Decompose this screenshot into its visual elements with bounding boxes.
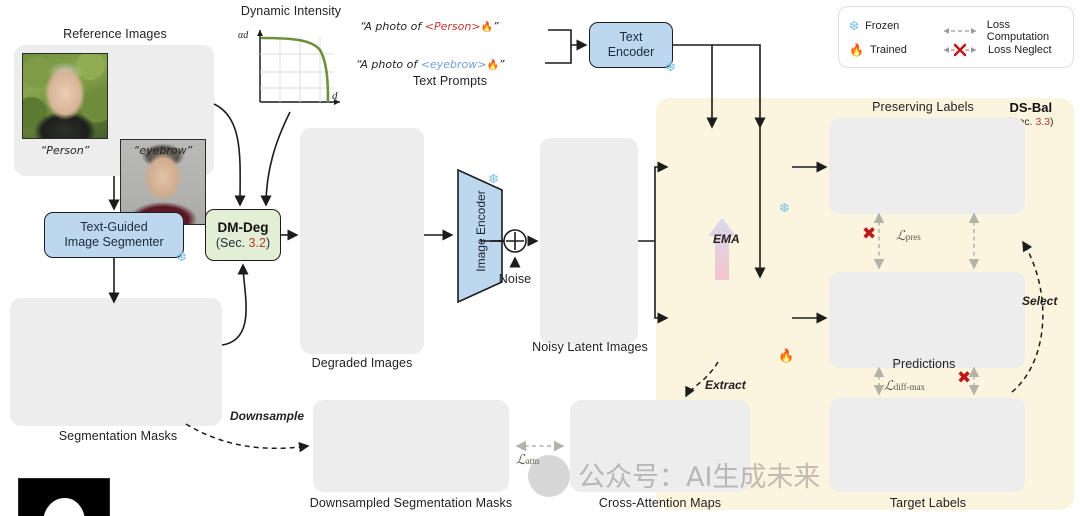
text-encoder-line1: Text: [619, 30, 643, 45]
dashed-arrow-icon: [944, 28, 976, 34]
downsampled-masks-group: [313, 400, 509, 492]
dm-deg-section-pre: (Sec.: [215, 235, 249, 250]
noisy-latents-group: [540, 138, 638, 344]
text-encoder-line2: Encoder: [607, 45, 655, 59]
degraded-images-caption: Degraded Images: [311, 356, 413, 370]
noise-label: Noise: [498, 272, 532, 286]
dynamic-intensity-xlabel: d: [332, 90, 338, 102]
reference-label-eyebrow: “eyebrow”: [133, 144, 193, 157]
segmenter-line2: Image Segmenter: [64, 235, 164, 249]
segmenter-box[interactable]: Text-Guided Image Segmenter: [44, 212, 184, 258]
segmentation-masks-group: [10, 298, 222, 426]
flame-icon-prompt-person: 🔥: [480, 22, 493, 33]
extract-label: Extract: [705, 378, 746, 392]
reference-label-person: “Person”: [40, 144, 90, 157]
prompt-suffix-eyebrow: ”: [498, 58, 505, 71]
mask-blob-face: [43, 497, 85, 516]
text-prompt-eyebrow: “A photo of <eyebrow>🔥”: [356, 55, 505, 73]
dm-deg-section: (Sec. 3.2): [216, 236, 270, 251]
noise-adder: [500, 226, 530, 256]
dm-deg-section-post: ): [265, 235, 271, 250]
legend-item-loss-neglect: Loss Neglect: [937, 43, 1052, 57]
ema-label: EMA: [713, 232, 740, 246]
dashed-arrow-x-icon: [944, 43, 976, 57]
cross-attention-group: [570, 400, 750, 492]
snowflake-icon-momentum-unet: ❆: [779, 201, 790, 215]
prompt-concept-eyebrow: <eyebrow>: [420, 58, 487, 71]
flame-icon: 🔥: [849, 43, 864, 57]
legend-label-loss-computation: Loss Computation: [986, 19, 1050, 43]
dm-deg-box[interactable]: DM-Deg (Sec. 3.2): [205, 209, 281, 261]
cross-attention-caption: Cross-Attention Maps: [598, 496, 722, 510]
legend-item-trained: 🔥 Trained: [849, 43, 907, 57]
target-labels-caption: Target Labels: [889, 496, 967, 510]
legend: ❆ Frozen 🔥 Trained Loss Computation Loss…: [838, 6, 1074, 68]
predictions-group: [829, 272, 1025, 368]
segmentation-mask-person: [18, 478, 110, 516]
snowflake-icon-image-encoder: ❆: [488, 172, 499, 186]
dynamic-intensity-plot: αd d: [236, 20, 346, 112]
preserving-labels-caption: Preserving Labels: [872, 100, 974, 114]
x-icon-pres-left: ✖: [862, 224, 877, 244]
dm-deg-title: DM-Deg: [217, 219, 269, 235]
downsampled-masks-caption: Downsampled Segmentation Masks: [309, 496, 513, 510]
snowflake-icon: ❆: [849, 19, 860, 33]
diff-max-loss-label: ℒdiff-max: [884, 378, 926, 393]
legend-label-trained: Trained: [869, 44, 907, 56]
select-label: Select: [1022, 294, 1058, 308]
snowflake-icon-text-encoder: ❆: [665, 60, 676, 74]
ds-bal-title: DS-Bal: [1009, 100, 1053, 115]
text-prompt-person: “A photo of <Person>🔥”: [360, 17, 499, 35]
flame-icon-prompt-eyebrow: 🔥: [486, 60, 499, 71]
legend-item-frozen: ❆ Frozen: [849, 19, 899, 33]
prompt-concept-person: <Person>: [424, 20, 481, 33]
dm-deg-section-num: 3.2: [248, 235, 266, 250]
prompt-prefix-eyebrow: “A photo of: [356, 58, 421, 71]
target-labels-group: [829, 398, 1025, 492]
legend-label-frozen: Frozen: [865, 20, 900, 32]
preserving-labels-group: [829, 118, 1025, 214]
wechat-watermark-icon: [528, 455, 570, 497]
prompt-prefix-person: “A photo of: [360, 20, 425, 33]
noisy-latents-caption: Noisy Latent Images: [532, 340, 648, 354]
segmenter-line1: Text-Guided: [80, 220, 148, 235]
figure-canvas: ❆ Frozen 🔥 Trained Loss Computation Loss…: [0, 0, 1080, 516]
segmentation-masks-caption: Segmentation Masks: [58, 429, 178, 443]
legend-item-loss-computation: Loss Computation: [937, 19, 1073, 43]
flame-icon-online-unet: 🔥: [778, 348, 795, 363]
prompt-suffix-person: ”: [493, 20, 499, 33]
dynamic-intensity-title: Dynamic Intensity: [240, 4, 342, 18]
degraded-images-group: [300, 128, 424, 354]
image-encoder-label: Image Encoder: [474, 190, 488, 272]
reference-images-caption: Reference Images: [63, 27, 167, 41]
x-icon-diff-max-right: ✖: [957, 368, 972, 388]
pres-loss-label: ℒpres: [896, 228, 921, 243]
downsample-label: Downsample: [230, 409, 305, 423]
legend-label-loss-neglect: Loss Neglect: [988, 44, 1052, 56]
text-prompts-caption: Text Prompts: [412, 74, 488, 88]
reference-image-person: [22, 53, 108, 139]
snowflake-icon-segmenter: ❆: [176, 250, 187, 264]
ema-arrow: [706, 216, 738, 282]
dynamic-intensity-ylabel: αd: [238, 30, 249, 41]
text-encoder-box[interactable]: Text Encoder: [589, 22, 673, 68]
ds-bal-section-num: 3.3: [1035, 116, 1051, 128]
ds-bal-section-post: ): [1050, 116, 1054, 128]
